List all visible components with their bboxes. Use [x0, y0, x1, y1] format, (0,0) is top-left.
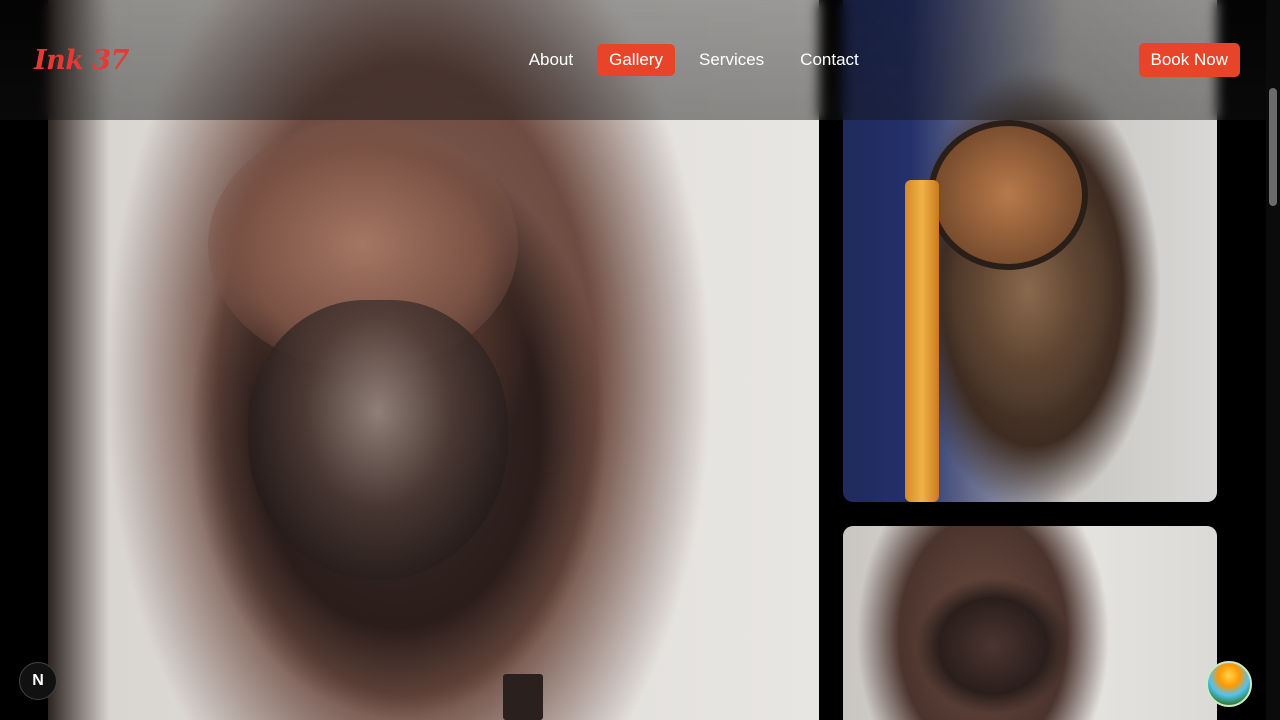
image-detail-cross [503, 674, 543, 720]
book-now-button[interactable]: Book Now [1138, 43, 1240, 77]
image-detail-clock [928, 120, 1088, 270]
nav-link-services[interactable]: Services [687, 44, 776, 76]
beach-orb-icon[interactable] [1206, 661, 1252, 707]
nav-link-gallery[interactable]: Gallery [597, 44, 675, 76]
image-detail-beard [248, 300, 508, 580]
nav-link-about[interactable]: About [517, 44, 585, 76]
logo[interactable]: Ink 37 [34, 45, 129, 76]
dev-tools-badge[interactable]: N [19, 662, 57, 700]
scrollbar[interactable] [1266, 0, 1280, 720]
site-header: Ink 37 About Gallery Services Contact Bo… [0, 0, 1266, 120]
main-nav: About Gallery Services Contact [517, 44, 871, 76]
page: Ink 37 About Gallery Services Contact Bo… [0, 0, 1280, 720]
gallery-image-rose-tattoo[interactable] [843, 526, 1217, 720]
scrollbar-thumb[interactable] [1269, 88, 1277, 206]
dev-badge-label: N [32, 672, 44, 689]
image-detail-strip [905, 180, 939, 502]
nav-link-contact[interactable]: Contact [788, 44, 871, 76]
